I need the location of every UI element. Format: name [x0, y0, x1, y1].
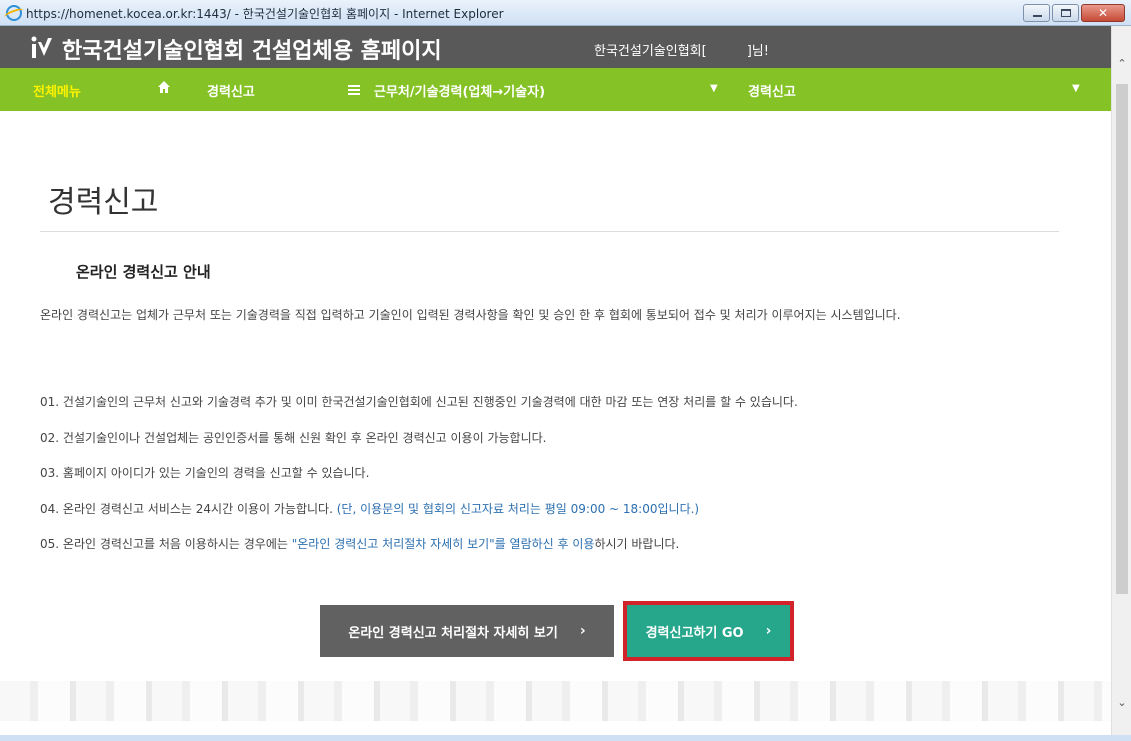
scrollbar-thumb[interactable]: [1116, 84, 1128, 594]
breadcrumb-level2[interactable]: 근무처/기술경력(업체→기술자): [374, 81, 545, 100]
list-item: 04. 온라인 경력신고 서비스는 24시간 이용이 가능합니다. (단, 이용…: [40, 500, 699, 517]
list-item: 02. 건설기술인이나 건설업체는 공인인증서를 통해 신원 확인 후 온라인 …: [40, 431, 547, 445]
kocea-logo-icon[interactable]: [30, 36, 56, 58]
scroll-down-icon[interactable]: ⌄: [1112, 693, 1131, 713]
window-frame-bottom: [0, 735, 1131, 741]
item-text: 하시기 바랍니다.: [594, 537, 680, 551]
list-item: 01. 건설기술인의 근무처 신고와 기술경력 추가 및 이미 한국건설기술인협…: [40, 395, 798, 409]
greeting-org: 한국건설기술인협회[: [594, 44, 707, 59]
chevron-right-icon: ›: [579, 623, 586, 639]
scroll-up-icon[interactable]: ⌃: [1112, 54, 1131, 74]
section-title: 온라인 경력신고 안내: [76, 263, 211, 281]
minimize-button[interactable]: [1023, 4, 1050, 22]
footer-area: [0, 681, 1111, 721]
breadcrumb-level1[interactable]: 경력신고: [207, 81, 255, 100]
greeting-suffix: ]님!: [746, 44, 769, 59]
chevron-down-icon[interactable]: ▼: [710, 83, 718, 94]
user-greeting: 한국건설기술인협회[ ]님!: [594, 40, 769, 59]
minimize-icon: [1033, 15, 1042, 17]
intro-text: 온라인 경력신고는 업체가 근무처 또는 기술경력을 직접 입력하고 기술인이 …: [40, 308, 901, 322]
vertical-scrollbar[interactable]: ⌃ ⌄: [1111, 26, 1131, 741]
button-label: 경력신고하기 GO: [645, 625, 744, 641]
chevron-down-icon[interactable]: ▼: [1072, 83, 1080, 94]
site-title[interactable]: 한국건설기술인협회 건설업체용 홈페이지: [62, 33, 442, 65]
list-item: 03. 홈페이지 아이디가 있는 기술인의 경력을 신고할 수 있습니다.: [40, 466, 370, 480]
page-title: 경력신고: [48, 185, 159, 220]
window-controls: ✕: [1023, 4, 1125, 22]
divider: [40, 231, 1059, 232]
site-header: 한국건설기술인협회 건설업체용 홈페이지 한국건설기술인협회[ ]님!: [0, 26, 1111, 68]
maximize-icon: [1061, 9, 1071, 17]
breadcrumb-level3[interactable]: 경력신고: [748, 81, 796, 100]
menu-icon[interactable]: [348, 85, 360, 95]
career-report-go-button[interactable]: 경력신고하기 GO ›: [623, 601, 794, 661]
home-icon[interactable]: [157, 80, 171, 94]
window-titlebar: https://homenet.kocea.or.kr:1443/ - 한국건설…: [0, 0, 1131, 26]
close-icon: ✕: [1097, 6, 1109, 20]
maximize-button[interactable]: [1052, 4, 1079, 22]
item-text: 04. 온라인 경력신고 서비스는 24시간 이용이 가능합니다.: [40, 502, 337, 516]
breadcrumb-nav: 전체메뉴 경력신고 근무처/기술경력(업체→기술자) ▼ 경력신고 ▼: [0, 68, 1111, 111]
close-button[interactable]: ✕: [1081, 4, 1125, 22]
window-title: https://homenet.kocea.or.kr:1443/ - 한국건설…: [26, 7, 504, 21]
button-label: 온라인 경력신고 처리절차 자세히 보기: [348, 625, 558, 641]
item-note: "온라인 경력신고 처리절차 자세히 보기"를 열람하신 후 이용: [291, 537, 595, 551]
process-detail-button[interactable]: 온라인 경력신고 처리절차 자세히 보기 ›: [320, 605, 614, 657]
chevron-right-icon: ›: [765, 623, 772, 639]
item-note: (단, 이용문의 및 협회의 신고자료 처리는 평일 09:00 ~ 18:00…: [336, 502, 700, 516]
internet-explorer-icon: [6, 5, 22, 21]
item-text: 05. 온라인 경력신고를 처음 이용하시는 경우에는: [40, 537, 292, 551]
all-menu-button[interactable]: 전체메뉴: [33, 81, 81, 100]
list-item: 05. 온라인 경력신고를 처음 이용하시는 경우에는 "온라인 경력신고 처리…: [40, 535, 679, 552]
main-content: 경력신고 온라인 경력신고 안내 온라인 경력신고는 업체가 근무처 또는 기술…: [0, 111, 1111, 741]
